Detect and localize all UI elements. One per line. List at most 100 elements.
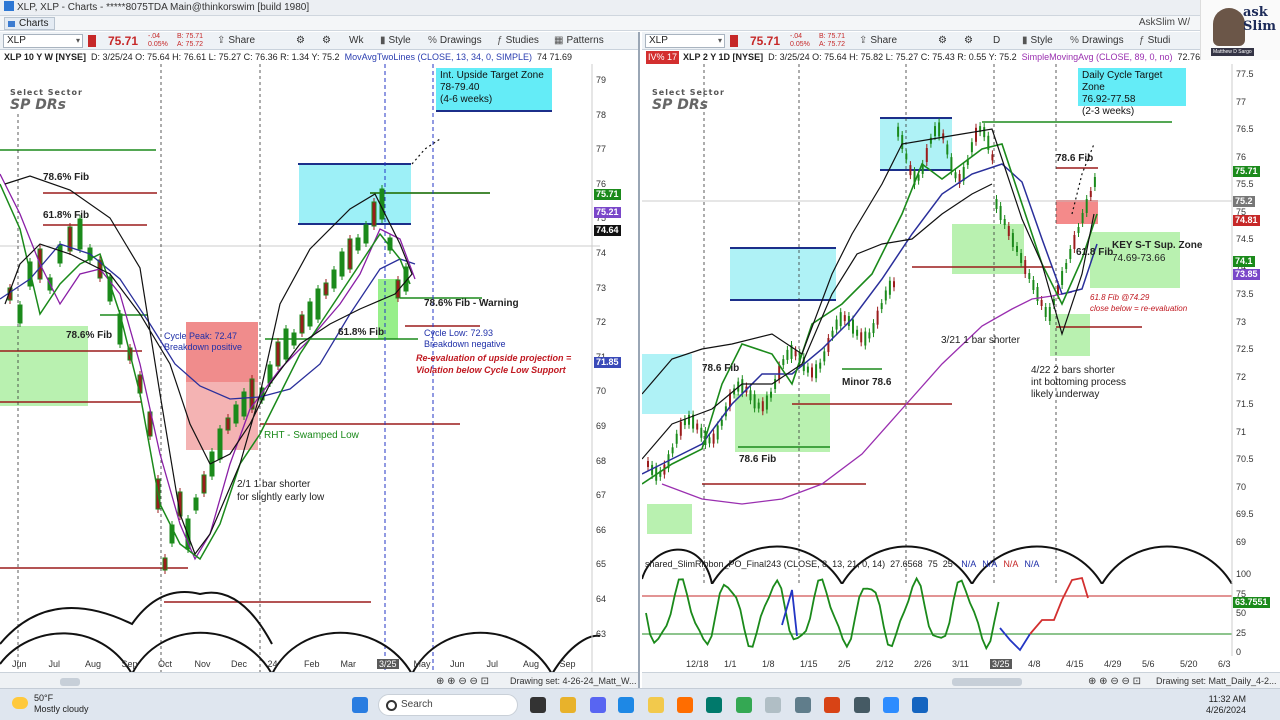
left-target-zone: Int. Upside Target Zone 78-79.40 (4-6 week… [436,68,552,112]
right-price-chart[interactable] [642,64,1280,584]
candle-body [1032,280,1035,290]
right-scroll-handle[interactable] [952,678,1022,686]
tab-charts[interactable]: Charts [4,17,56,30]
app-icon-2[interactable] [912,697,928,713]
studies-icon: ƒ [497,35,503,46]
app-icon-1[interactable] [765,697,781,713]
left-studies-button[interactable]: ƒ Studies [497,35,539,46]
candle-body [1016,246,1018,252]
left-price-tick: 76 [596,178,607,189]
candle-body [782,359,785,366]
right-studies-button[interactable]: ƒ Studi [1139,35,1170,46]
left-time-tick: Sep [121,659,138,669]
folder-icon[interactable] [648,697,664,713]
taskbar-search[interactable]: Search [378,694,518,716]
candle-body [806,366,809,373]
left-period-button[interactable]: Wk [349,35,363,46]
left-bottom-bar: ⊕ ⊕ ⊖ ⊖ ⊡ Drawing set: 4-26-24_Matt_W... [0,672,638,688]
candle-body [291,332,297,346]
left-time-tick: 24 [267,659,278,669]
left-time-tick: May [413,659,431,669]
left-last-price: 75.71 [108,34,139,48]
left-zoom-controls[interactable]: ⊕ ⊕ ⊖ ⊖ ⊡ [436,676,489,687]
left-price-tick: 78 [596,109,607,120]
candle-body [275,341,281,367]
label-key-support-range: 74.69-73.66 [1112,253,1166,264]
candle-body [720,419,723,426]
right-time-tick: 1/15 [800,659,818,669]
left-price-tag: 75.71 [594,189,621,200]
chrome-icon[interactable] [736,697,752,713]
daily-target-range: 76.92-77.58 [1082,94,1136,105]
right-time-tick: 12/18 [686,659,709,669]
right-price-tick: 70.5 [1236,454,1254,464]
right-oscillator-chart[interactable] [642,570,1280,656]
left-time-tick: Jun [450,659,465,669]
left-share-button[interactable]: ⇪ Share [217,35,255,46]
label-rht: RHT - Swamped Low [264,430,359,441]
share-icon: ⇪ [859,35,868,46]
left-price-tick: 67 [596,490,607,501]
right-oscillator-info: shared_SlimRibbon_PO_Final243 (CLOSE, 8,… [645,559,1040,569]
candle-body [925,148,928,163]
right-target-zone: Daily Cycle Target Zone 76.92-77.58 (2-3 w… [1078,68,1186,117]
right-period-button[interactable]: D [993,35,1000,46]
right-gear-icon[interactable]: ⚙ [938,35,947,46]
firefox-icon[interactable] [677,697,693,713]
candle-body [819,362,822,369]
right-price-tick: 77 [1236,96,1247,107]
right-style-button[interactable]: ▮ Style [1022,35,1053,46]
start-icon[interactable] [352,697,368,713]
right-zoom-controls[interactable]: ⊕ ⊕ ⊖ ⊖ ⊡ [1088,676,1141,687]
app-icon [4,1,14,11]
right-symbol-input[interactable]: XLP [645,34,725,48]
left-time-tick: Mar [340,659,357,669]
target-zone-title: Int. Upside Target Zone [440,70,544,81]
right-share-button[interactable]: ⇪ Share [859,35,897,46]
label-reevaluation-2: Violation below Cycle Low Support [416,365,566,375]
right-gear2-icon[interactable]: ⚙ [964,35,973,46]
left-gear2-icon[interactable]: ⚙ [322,35,331,46]
label-reevaluation-1: Re-evaluation of upside projection = [416,353,572,363]
left-info-values: 74 71.69 [537,52,573,62]
settings-icon[interactable] [795,697,811,713]
left-drawing-set[interactable]: Drawing set: 4-26-24_Matt_W... [510,676,637,686]
candle-body [893,281,895,288]
right-time-tick: 5/6 [1142,659,1155,669]
label-fib-786-a: 78.6% Fib [43,172,90,183]
file-explorer-icon[interactable] [560,697,576,713]
edge-icon[interactable] [618,697,634,713]
zoom-icon[interactable] [883,697,899,713]
left-style-button[interactable]: ▮ Style [380,35,411,46]
thinkorswim-icon[interactable] [706,697,722,713]
right-drawings-button[interactable]: % Drawings [1070,35,1124,46]
right-price-tag: 75.2 [1233,196,1255,207]
left-gear-icon[interactable]: ⚙ [296,35,305,46]
candle-body [765,395,768,410]
right-price-tick: 72.5 [1236,344,1254,354]
candle-body [1069,249,1072,259]
calculator-icon[interactable] [854,697,870,713]
candle-body [1003,219,1006,225]
candle-body [1085,199,1088,213]
candle-body [786,349,789,360]
candle-body [880,303,883,310]
powerpoint-icon[interactable] [824,697,840,713]
left-drawings-button[interactable]: % Drawings [428,35,482,46]
discord-icon[interactable] [590,697,606,713]
left-symbol-input[interactable]: XLP [3,34,83,48]
left-scroll-handle[interactable] [60,678,80,686]
left-price-tick: 73 [596,282,607,293]
left-patterns-button[interactable]: ▦ Patterns [554,35,604,46]
candle-body [938,122,941,137]
right-link-icon[interactable] [730,35,738,47]
weather-widget[interactable]: 50°F Mostly cloudy [12,693,89,715]
left-link-icon[interactable] [88,35,96,47]
left-change: -.04 0.05% [148,33,168,48]
system-clock[interactable]: 11:32 AM 4/26/2024 [1206,694,1246,716]
right-time-tick: 1/8 [762,659,775,669]
drawings-icon: % [428,35,437,46]
task-view-icon[interactable] [530,697,546,713]
right-drawing-set[interactable]: Drawing set: Matt_Daily_4-2... [1156,676,1277,686]
candle-body [983,127,986,138]
